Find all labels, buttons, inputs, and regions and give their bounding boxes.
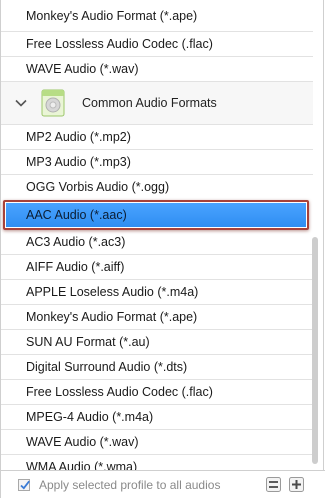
audio-format-icon — [41, 89, 65, 117]
list-item-label: Digital Surround Audio (*.dts) — [26, 360, 188, 374]
list-item-label: SUN AU Format (*.au) — [26, 335, 150, 349]
list-item[interactable]: OGG Vorbis Audio (*.ogg) — [1, 175, 313, 200]
list-item[interactable]: APPLE Loseless Audio (*.m4a) — [1, 280, 313, 305]
list-item-label: Free Lossless Audio Codec (.flac) — [26, 37, 213, 51]
list-item[interactable]: SUN AU Format (*.au) — [1, 330, 313, 355]
list-item[interactable]: Free Lossless Audio Codec (.flac) — [1, 380, 313, 405]
list-item-label: WAVE Audio (*.wav) — [26, 62, 139, 76]
category-label: Common Audio Formats — [82, 96, 217, 110]
list-item-label: APPLE Loseless Audio (*.m4a) — [26, 285, 199, 299]
list-item[interactable]: MP3 Audio (*.mp3) — [1, 150, 313, 175]
list-item[interactable]: WMA Audio (*.wma) — [1, 455, 313, 470]
list-item[interactable]: Digital Surround Audio (*.dts) — [1, 355, 313, 380]
list-item-label: AC3 Audio (*.ac3) — [26, 235, 126, 249]
list-item-label: MP3 Audio (*.mp3) — [26, 155, 131, 169]
list-item-label: Monkey's Audio Format (*.ape) — [26, 310, 198, 324]
list-item[interactable]: WAVE Audio (*.wav) — [1, 430, 313, 455]
category-common-audio-formats[interactable]: Common Audio Formats — [1, 82, 313, 125]
list-item[interactable]: MPEG-4 Audio (*.m4a) — [1, 405, 313, 430]
list-item-label: WMA Audio (*.wma) — [26, 460, 138, 470]
list-item[interactable]: Free Lossless Audio Codec (.flac) — [1, 32, 313, 57]
list-item[interactable]: Monkey's Audio Format (*.ape) — [1, 305, 313, 330]
list-item-label: AIFF Audio (*.aiff) — [26, 260, 125, 274]
apply-all-label: Apply selected profile to all audios — [39, 477, 221, 492]
list-item[interactable]: AIFF Audio (*.aiff) — [1, 255, 313, 280]
selected-list-item[interactable]: AAC Audio (*.aac) — [6, 203, 306, 227]
list-item-label: MP2 Audio (*.mp2) — [26, 130, 131, 144]
vertical-scrollbar[interactable] — [311, 0, 320, 470]
apply-all-checkbox[interactable] — [18, 478, 30, 491]
chevron-down-icon[interactable] — [1, 99, 41, 107]
list-footer: Apply selected profile to all audios — [1, 470, 325, 498]
list-item[interactable]: AC3 Audio (*.ac3) — [1, 230, 313, 255]
profile-list-panel: Monkey's Audio Format (*.ape) Free Lossl… — [0, 0, 325, 498]
list-item-label: OGG Vorbis Audio (*.ogg) — [26, 180, 170, 194]
list-item-label: WAVE Audio (*.wav) — [26, 435, 139, 449]
scrollbar-thumb[interactable] — [312, 237, 318, 464]
collapse-all-icon[interactable] — [266, 477, 281, 492]
format-list[interactable]: Monkey's Audio Format (*.ape) Free Lossl… — [1, 0, 313, 470]
list-item-label: MPEG-4 Audio (*.m4a) — [26, 410, 154, 424]
selected-list-item-highlight[interactable]: AAC Audio (*.aac) — [3, 200, 309, 230]
list-item-label: AAC Audio (*.aac) — [26, 208, 127, 222]
list-item-label: Free Lossless Audio Codec (.flac) — [26, 385, 213, 399]
list-item[interactable]: Monkey's Audio Format (*.ape) — [1, 0, 313, 32]
list-item[interactable]: WAVE Audio (*.wav) — [1, 57, 313, 82]
list-item[interactable]: MP2 Audio (*.mp2) — [1, 125, 313, 150]
list-item-label: Monkey's Audio Format (*.ape) — [26, 9, 198, 23]
add-icon[interactable] — [289, 477, 304, 492]
